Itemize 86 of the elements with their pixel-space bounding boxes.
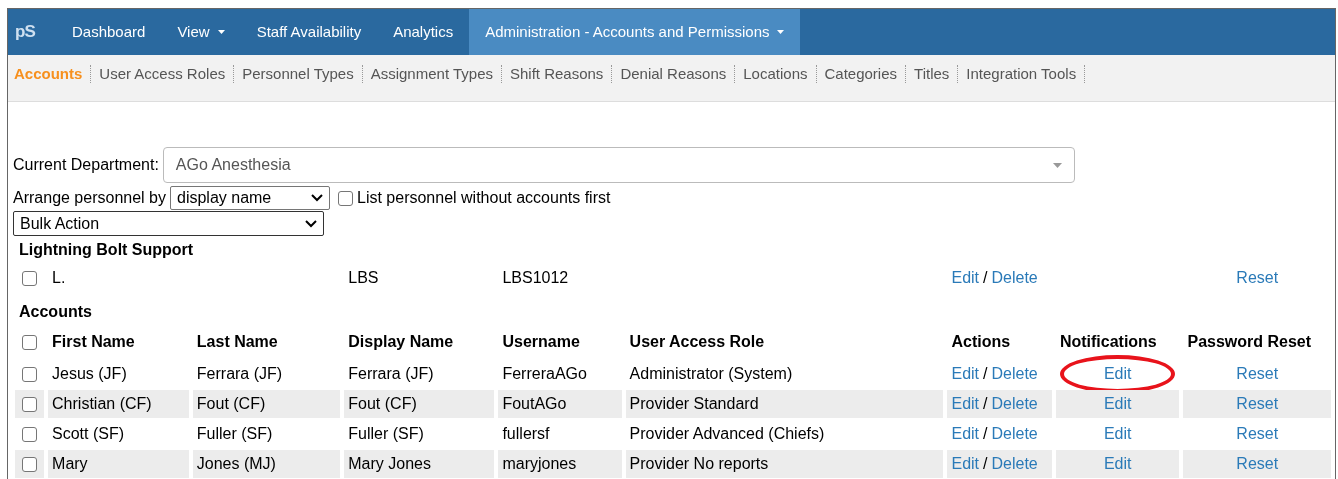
subnav-tab[interactable]: Personnel Types <box>242 63 354 86</box>
subnav-tab[interactable]: Locations <box>743 63 808 86</box>
table-cell-text: Administrator (System) <box>628 364 794 384</box>
delete-link[interactable]: Delete <box>991 395 1038 412</box>
arrange-select[interactable]: display name <box>170 186 330 210</box>
table-cell-text: FerreraAGo <box>501 364 588 384</box>
nav-tab[interactable]: Staff Availability <box>240 9 378 55</box>
edit-link[interactable]: Edit <box>951 269 980 286</box>
separator-text: / <box>983 365 988 382</box>
reset-link[interactable]: Reset <box>1236 395 1279 412</box>
table-cell-text: Ferrara (JF) <box>195 364 284 384</box>
subnav-tab[interactable]: User Access Roles <box>99 63 226 86</box>
reset-link[interactable]: Reset <box>1236 365 1279 382</box>
column-header: Password Reset <box>1186 332 1313 352</box>
edit-link[interactable]: Edit <box>951 395 980 412</box>
table-cell: FoutAGo <box>498 390 622 418</box>
logo: pS <box>14 21 37 44</box>
table-cell-text: Scott (SF) <box>51 424 126 444</box>
subnav-tab[interactable]: Integration Tools <box>966 63 1077 86</box>
checkbox[interactable] <box>22 367 37 383</box>
subnav-tab[interactable]: Categories <box>824 63 898 86</box>
table-cell-text: Fuller (SF) <box>195 424 274 444</box>
nav-tab[interactable]: View <box>161 9 241 55</box>
edit-link[interactable]: Edit <box>951 455 980 472</box>
table-cell-text: L. <box>51 268 67 288</box>
nav-tab[interactable]: Administration - Accounts and Permissions <box>469 9 801 55</box>
separator-text: / <box>983 425 988 442</box>
subnav-tab[interactable]: Denial Reasons <box>620 63 727 86</box>
column-header: Notifications <box>1058 332 1158 352</box>
edit-link[interactable]: Edit <box>951 425 980 442</box>
subnav-tab[interactable]: Assignment Types <box>370 63 493 86</box>
checkbox[interactable] <box>22 335 37 351</box>
table-cell: Mary Jones <box>344 450 495 478</box>
checkbox[interactable] <box>22 457 37 473</box>
checkbox[interactable] <box>22 427 37 443</box>
column-header: First Name <box>51 332 136 352</box>
department-select[interactable]: AGo Anesthesia <box>162 147 1075 183</box>
table-cell: Jones (MJ) <box>192 450 341 478</box>
bulk-action-select[interactable]: Bulk Action <box>13 211 324 236</box>
table-cell: Fout (CF) <box>192 390 341 418</box>
separator-text: / <box>983 269 988 286</box>
separator-text: / <box>983 455 988 472</box>
separator-text: / <box>983 395 988 412</box>
table-cell-text: Jesus (JF) <box>51 364 128 384</box>
table-cell-text: Fuller (SF) <box>347 424 425 444</box>
table-cell-text: LBS <box>347 268 380 288</box>
table-cell-text: fullersf <box>501 424 551 444</box>
caret-icon <box>217 29 225 35</box>
checkbox[interactable] <box>338 191 353 207</box>
column-header: Actions <box>950 332 1012 352</box>
table-cell-text: Provider Advanced (Chiefs) <box>628 424 826 444</box>
delete-link[interactable]: Delete <box>991 425 1038 442</box>
column-header: Display Name <box>347 332 455 352</box>
checkbox[interactable] <box>22 397 37 413</box>
checkbox-label: List personnel without accounts first <box>357 188 611 208</box>
reset-link[interactable]: Reset <box>1236 455 1279 472</box>
section-heading: Accounts <box>19 303 92 320</box>
table-cell-text: Ferrara (JF) <box>347 364 435 384</box>
section-heading: Lightning Bolt Support <box>19 241 194 258</box>
caret-icon <box>777 29 785 35</box>
chevron-down-icon <box>305 219 317 228</box>
subnav-tab[interactable]: Titles <box>914 63 950 86</box>
department-label: Current Department: <box>13 155 159 175</box>
delete-link[interactable]: Delete <box>991 269 1038 286</box>
nav-tab[interactable]: Dashboard <box>56 9 162 55</box>
delete-link[interactable]: Delete <box>991 365 1038 382</box>
checkbox[interactable] <box>22 271 37 287</box>
reset-link[interactable]: Reset <box>1236 269 1279 286</box>
table-cell: Provider Standard <box>625 390 944 418</box>
column-header: Last Name <box>195 332 279 352</box>
table-cell: Provider No reports <box>625 450 944 478</box>
subnav-tab[interactable]: Shift Reasons <box>510 63 604 86</box>
table-cell: Mary <box>48 450 189 478</box>
table-cell: Fout (CF) <box>344 390 495 418</box>
reset-link[interactable]: Reset <box>1236 425 1279 442</box>
edit-link[interactable]: Edit <box>951 365 980 382</box>
table-cell: Christian (CF) <box>48 390 189 418</box>
column-header: User Access Role <box>628 332 766 352</box>
table-cell: maryjones <box>498 450 622 478</box>
delete-link[interactable]: Delete <box>991 455 1038 472</box>
table-cell-text: LBS1012 <box>501 268 570 288</box>
chevron-down-icon <box>311 194 323 202</box>
arrange-label: Arrange personnel by <box>13 188 166 208</box>
nav-tab[interactable]: Analytics <box>377 9 470 55</box>
caret-icon <box>1052 162 1062 168</box>
column-header: Username <box>501 332 581 352</box>
